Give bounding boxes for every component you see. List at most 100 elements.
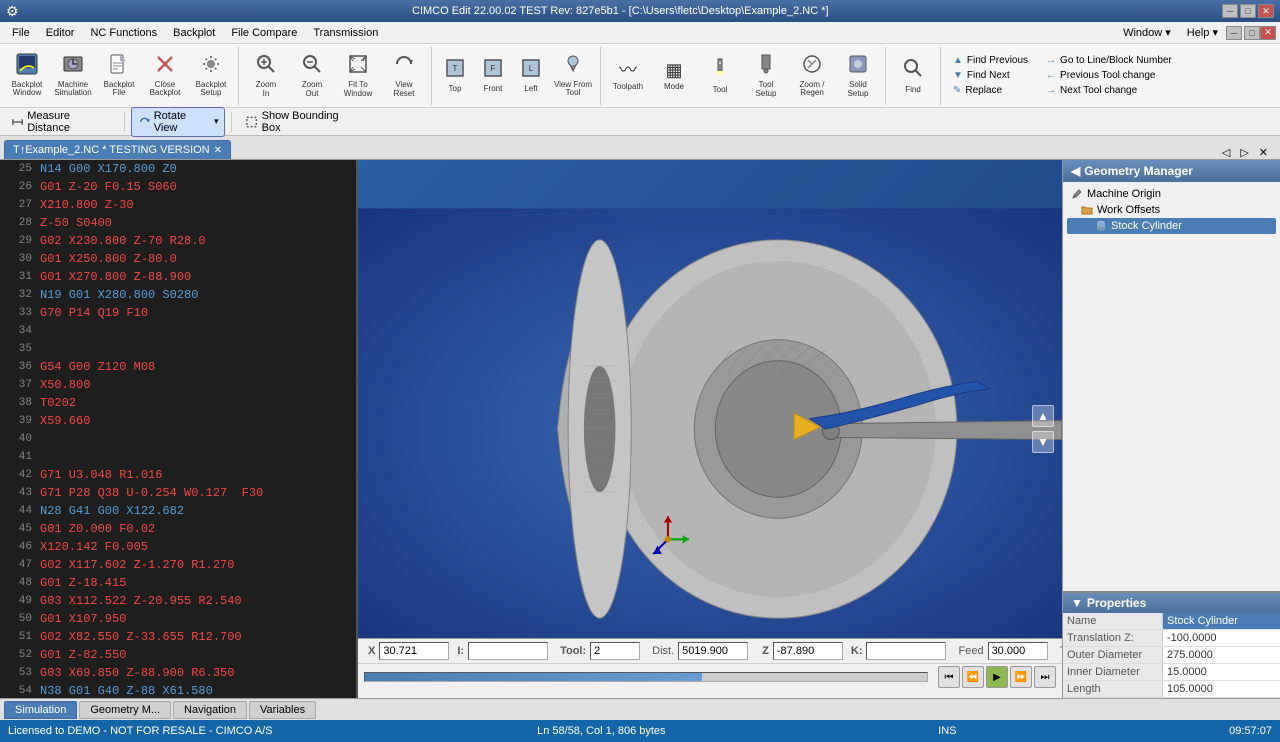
tool-icon — [709, 57, 731, 85]
backplot-window-button[interactable]: BackplotWindow — [4, 49, 50, 103]
nav-down-arrow[interactable]: ▼ — [1032, 431, 1054, 453]
titlebar-title: CIMCO Edit 22.00.02 TEST Rev: 827e5b1 - … — [19, 5, 1222, 17]
dist-input[interactable] — [678, 642, 748, 660]
play-step-fwd-button[interactable]: ⏩ — [1010, 666, 1032, 688]
view-left-button[interactable]: L Left — [512, 49, 550, 103]
toolbar2: Measure Distance Rotate View ▾ Show Boun… — [0, 108, 1280, 136]
find-button[interactable]: Find — [890, 49, 936, 103]
tool-coord-input[interactable] — [590, 642, 640, 660]
zoom-regen-button[interactable]: Zoom /Regen — [789, 49, 835, 103]
tab-geometry-manager[interactable]: Geometry M... — [79, 701, 171, 719]
geometry-tree: Machine Origin Work Offsets Stock Cylind… — [1063, 182, 1280, 591]
line-text: G01 X250.800 Z-80.0 — [40, 250, 177, 268]
line-text: X120.142 F0.005 — [40, 538, 148, 556]
find-next-label: Find Next — [967, 70, 1010, 81]
float-close-button[interactable]: ✕ — [1260, 26, 1276, 40]
i-coord-input[interactable] — [468, 642, 548, 660]
tab-prev-button[interactable]: ◁ — [1218, 146, 1234, 159]
view-top-button[interactable]: T Top — [436, 49, 474, 103]
view-left-label: Left — [524, 84, 537, 93]
tab-variables[interactable]: Variables — [249, 701, 316, 719]
tree-work-offsets[interactable]: Work Offsets — [1067, 202, 1276, 218]
total-label: Total: — [1060, 645, 1062, 657]
next-tool-button[interactable]: → Next Tool change — [1042, 84, 1176, 97]
play-step-back-button[interactable]: ⏪ — [962, 666, 984, 688]
tab-label: T↑Example_2.NC * TESTING VERSION — [13, 144, 210, 156]
replace-button[interactable]: ✎ Replace — [949, 84, 1032, 97]
find-next-button[interactable]: ▼ Find Next — [949, 69, 1032, 82]
prev-tool-button[interactable]: ← Previous Tool change — [1042, 69, 1176, 82]
toolpath-button[interactable]: 〰 Toolpath — [605, 49, 651, 103]
collapse-icon[interactable]: ◀ — [1071, 164, 1080, 178]
menu-backplot[interactable]: Backplot — [165, 25, 223, 41]
close-button[interactable]: ✕ — [1258, 4, 1274, 18]
menu-window[interactable]: Window ▾ — [1115, 24, 1179, 41]
line-text: G01 Z-18.415 — [40, 574, 126, 592]
backplot-file-icon — [108, 53, 130, 81]
menu-file-compare[interactable]: File Compare — [223, 25, 305, 41]
code-line: 47G02 X117.602 Z-1.270 R1.270 — [0, 556, 356, 574]
rotate-view-dropdown[interactable]: ▾ — [214, 116, 219, 127]
toolbar-group-toolpath: 〰 Toolpath ▦ Mode Tool ToolSetup Zoom /R… — [605, 47, 886, 105]
zoom-in-button[interactable]: ZoomIn — [243, 49, 289, 103]
find-prev-button[interactable]: ▲ Find Previous — [949, 54, 1032, 67]
nav-up-arrow[interactable]: ▲ — [1032, 405, 1054, 427]
line-number: 50 — [4, 610, 32, 628]
replace-icon: ✎ — [953, 85, 961, 96]
feed-input[interactable] — [988, 642, 1048, 660]
menu-transmission[interactable]: Transmission — [305, 25, 386, 41]
goto-line-button[interactable]: → Go to Line/Block Number — [1042, 54, 1176, 67]
properties-collapse-icon[interactable]: ▼ — [1071, 596, 1083, 610]
viewport[interactable]: ▲ ▼ X I: Tool: Dist. Z K: — [358, 160, 1062, 698]
view-reset-button[interactable]: ViewReset — [381, 49, 427, 103]
tool-button[interactable]: Tool — [697, 49, 743, 103]
tab-example2[interactable]: T↑Example_2.NC * TESTING VERSION ✕ — [4, 140, 231, 159]
rotate-view-button[interactable]: Rotate View ▾ — [131, 107, 226, 137]
float-max-button[interactable]: □ — [1244, 26, 1260, 40]
play-button[interactable]: ▶ — [986, 666, 1008, 688]
x-coord-input[interactable] — [379, 642, 449, 660]
fit-to-window-button[interactable]: Fit ToWindow — [335, 49, 381, 103]
float-button[interactable]: ─ — [1226, 26, 1242, 40]
code-line: 42G71 U3.048 R1.016 — [0, 466, 356, 484]
playback-progress-bar[interactable] — [364, 672, 928, 682]
view-from-tool-button[interactable]: View FromTool — [550, 49, 596, 103]
backplot-setup-button[interactable]: BackplotSetup — [188, 49, 234, 103]
prop-translationz-label: Translation Z: — [1063, 630, 1163, 646]
tab-next-button[interactable]: ▷ — [1236, 146, 1252, 159]
app-icon: ⚙ — [6, 3, 19, 20]
z-coord-input[interactable] — [773, 642, 843, 660]
menu-nc-functions[interactable]: NC Functions — [82, 25, 165, 41]
toolpath-icon: 〰 — [619, 60, 637, 82]
k-coord-input[interactable] — [866, 642, 946, 660]
line-text: G02 X117.602 Z-1.270 R1.270 — [40, 556, 234, 574]
minimize-button[interactable]: ─ — [1222, 4, 1238, 18]
line-text: G71 P28 Q38 U-0.254 W0.127 F30 — [40, 484, 263, 502]
tab-close-icon[interactable]: ✕ — [214, 145, 222, 156]
tab-close-all-button[interactable]: ✕ — [1255, 146, 1272, 159]
play-end-button[interactable]: ⏭ — [1034, 666, 1056, 688]
geometry-manager-title-label: Geometry Manager — [1084, 164, 1193, 178]
measure-distance-button[interactable]: Measure Distance — [4, 107, 118, 137]
zoom-out-button[interactable]: ZoomOut — [289, 49, 335, 103]
view-front-button[interactable]: F Front — [474, 49, 512, 103]
show-bounding-box-label: Show Bounding Box — [262, 110, 355, 134]
tool-setup-button[interactable]: ToolSetup — [743, 49, 789, 103]
show-bounding-box-button[interactable]: Show Bounding Box — [238, 107, 362, 137]
close-backplot-button[interactable]: CloseBackplot — [142, 49, 188, 103]
machine-sim-button[interactable]: MachineSimulation — [50, 49, 96, 103]
menu-file[interactable]: File — [4, 25, 38, 41]
play-begin-button[interactable]: ⏮ — [938, 666, 960, 688]
tab-simulation[interactable]: Simulation — [4, 701, 77, 719]
menu-editor[interactable]: Editor — [38, 25, 83, 41]
backplot-file-button[interactable]: BackplotFile — [96, 49, 142, 103]
menu-help[interactable]: Help ▾ — [1179, 24, 1226, 41]
code-line: 46X120.142 F0.005 — [0, 538, 356, 556]
code-panel[interactable]: 25N14 G00 X170.800 Z026G01 Z-20 F0.15 S0… — [0, 160, 358, 698]
tab-navigation[interactable]: Navigation — [173, 701, 247, 719]
solid-setup-button[interactable]: SolidSetup — [835, 49, 881, 103]
maximize-button[interactable]: □ — [1240, 4, 1256, 18]
tree-machine-origin[interactable]: Machine Origin — [1067, 186, 1276, 202]
tree-stock-cylinder[interactable]: Stock Cylinder — [1067, 218, 1276, 234]
mode-button[interactable]: ▦ Mode — [651, 49, 697, 103]
